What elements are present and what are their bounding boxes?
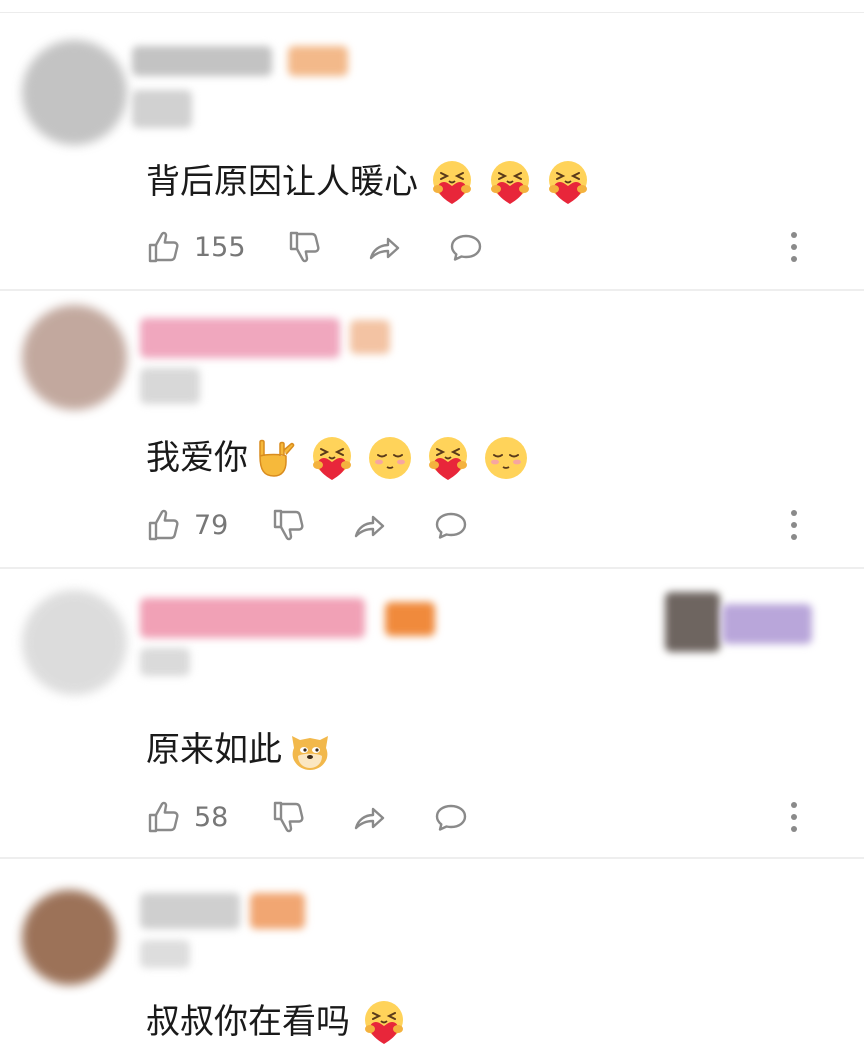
doge-emoji xyxy=(286,726,334,774)
comment-text-content: 背后原因让人暖心 xyxy=(146,162,418,202)
user-badge xyxy=(288,46,348,76)
comment-bubble-icon xyxy=(433,507,469,543)
comment-text-content: 原来如此 xyxy=(146,730,282,770)
rock-hand-emoji xyxy=(250,434,298,482)
avatar[interactable] xyxy=(22,40,127,145)
hug-heart-emoji xyxy=(360,998,408,1046)
hug-heart-emoji xyxy=(544,158,592,206)
thumbs-up-icon xyxy=(146,507,182,543)
comment-actions: 58 xyxy=(146,797,846,837)
avatar[interactable] xyxy=(22,590,127,695)
comment-text-content: 我爱你 xyxy=(146,438,248,478)
share-button[interactable] xyxy=(351,797,387,837)
hug-heart-emoji xyxy=(428,158,476,206)
share-icon xyxy=(351,799,387,835)
comment-text-content: 叔叔你在看吗 xyxy=(146,1002,350,1042)
comment-meta xyxy=(140,940,190,968)
share-button[interactable] xyxy=(351,505,387,545)
like-button[interactable]: 79 xyxy=(146,505,228,545)
comment-actions: 155 xyxy=(146,227,846,267)
like-count: 79 xyxy=(194,509,229,541)
more-options-icon[interactable] xyxy=(788,507,800,543)
top-divider xyxy=(0,12,864,13)
username[interactable] xyxy=(132,46,272,76)
like-button[interactable]: 58 xyxy=(146,797,228,837)
more-options-icon[interactable] xyxy=(788,229,800,265)
more-options-icon[interactable] xyxy=(788,799,800,835)
reply-participant-avatar xyxy=(665,592,720,652)
share-icon xyxy=(351,507,387,543)
shy-face-emoji xyxy=(482,434,530,482)
user-badge xyxy=(385,602,435,636)
comment-text: 原来如此 xyxy=(146,726,334,774)
like-count: 155 xyxy=(194,231,246,263)
comment-meta xyxy=(140,648,190,676)
share-button[interactable] xyxy=(366,227,402,267)
thumbs-up-icon xyxy=(146,229,182,265)
comment-actions: 79 xyxy=(146,505,846,545)
comment-bubble-icon xyxy=(433,799,469,835)
hug-heart-emoji xyxy=(308,434,356,482)
hug-heart-emoji xyxy=(424,434,472,482)
comment-meta xyxy=(132,90,192,128)
thumbs-down-icon xyxy=(271,799,307,835)
dislike-button[interactable] xyxy=(287,227,323,267)
comment-text: 叔叔你在看吗 xyxy=(146,998,408,1046)
reply-participant-name xyxy=(722,604,812,644)
thumbs-down-icon xyxy=(271,507,307,543)
thumbs-up-icon xyxy=(146,799,182,835)
comment-divider xyxy=(0,857,864,859)
hug-heart-emoji xyxy=(486,158,534,206)
share-icon xyxy=(366,229,402,265)
reply-button[interactable] xyxy=(433,505,469,545)
comment-meta xyxy=(140,368,200,404)
dislike-button[interactable] xyxy=(271,505,307,545)
username[interactable] xyxy=(140,598,365,638)
thumbs-down-icon xyxy=(287,229,323,265)
comment-text: 背后原因让人暖心 xyxy=(146,158,592,206)
like-button[interactable]: 155 xyxy=(146,227,246,267)
username[interactable] xyxy=(140,893,240,929)
reply-button[interactable] xyxy=(448,227,484,267)
shy-face-emoji xyxy=(366,434,414,482)
user-badge xyxy=(250,893,305,929)
comment-text: 我爱你 xyxy=(146,434,530,482)
user-badge xyxy=(350,320,390,354)
comment-bubble-icon xyxy=(448,229,484,265)
reply-button[interactable] xyxy=(433,797,469,837)
dislike-button[interactable] xyxy=(271,797,307,837)
avatar[interactable] xyxy=(22,890,117,985)
avatar[interactable] xyxy=(22,305,127,410)
comment-divider xyxy=(0,289,864,291)
comment-divider xyxy=(0,567,864,569)
username[interactable] xyxy=(140,318,340,358)
like-count: 58 xyxy=(194,801,229,833)
